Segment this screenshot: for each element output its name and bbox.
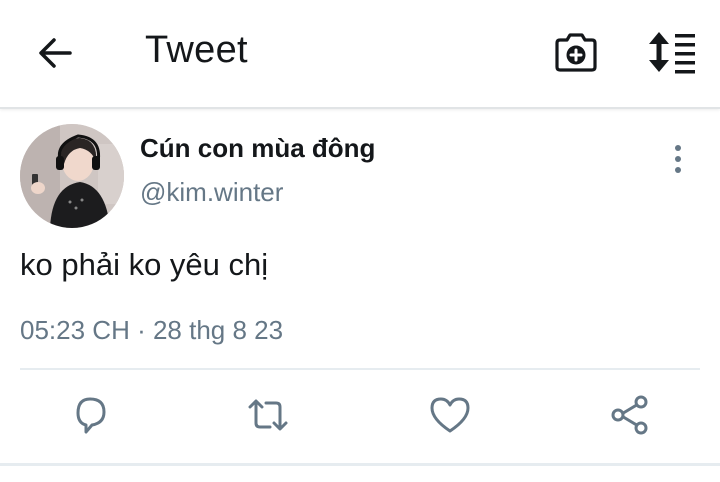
camera-plus-icon (555, 33, 597, 72)
more-options-button[interactable] (664, 143, 692, 175)
back-button[interactable] (32, 32, 80, 74)
sort-button[interactable] (645, 30, 697, 74)
display-name[interactable]: Cún con mùa đông (140, 133, 375, 164)
tweet-text: ko phải ko yêu chị (20, 247, 269, 282)
retweet-button[interactable] (246, 393, 290, 437)
page-title: Tweet (145, 29, 248, 71)
share-icon (611, 395, 648, 435)
top-app-bar: Tweet (0, 0, 720, 109)
share-button[interactable] (608, 393, 652, 437)
camera-button[interactable] (553, 30, 599, 74)
avatar[interactable] (20, 124, 124, 228)
like-icon (430, 397, 470, 433)
divider (20, 368, 700, 370)
avatar-photo-icon (20, 124, 124, 228)
reply-button[interactable] (68, 393, 112, 437)
divider (0, 463, 720, 466)
retweet-icon (248, 399, 288, 431)
like-button[interactable] (428, 393, 472, 437)
user-handle[interactable]: @kim.winter (140, 177, 283, 208)
tweet-timestamp[interactable]: 05:23 CH · 28 thg 8 23 (20, 315, 283, 346)
more-vertical-icon (675, 145, 681, 173)
reply-icon (76, 397, 106, 434)
sort-list-icon (649, 32, 695, 74)
arrow-left-icon (39, 38, 72, 68)
